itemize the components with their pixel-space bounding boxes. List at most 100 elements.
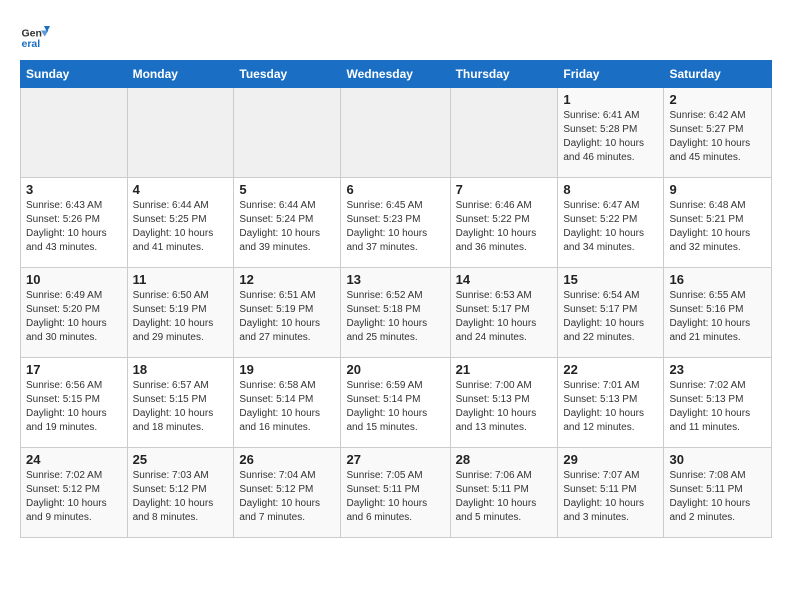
day-number: 10 [26,272,122,287]
calendar-cell: 24Sunrise: 7:02 AMSunset: 5:12 PMDayligh… [21,448,128,538]
day-number: 28 [456,452,553,467]
calendar-cell: 29 Sunrise: 7:07 AMSunset: 5:11 PMDayligh… [558,448,664,538]
calendar-cell: 19 Sunrise: 6:58 AMSunset: 5:14 PMDayligh… [234,358,341,448]
calendar-cell: 15 Sunrise: 6:54 AMSunset: 5:17 PMDayligh… [558,268,664,358]
calendar-cell: 30 Sunrise: 7:08 AMSunset: 5:11 PMDayligh… [664,448,772,538]
day-number: 15 [563,272,658,287]
calendar-cell: 11 Sunrise: 6:50 AMSunset: 5:19 PMDayligh… [127,268,234,358]
day-number: 2 [669,92,766,107]
day-info: Sunrise: 7:01 AMSunset: 5:13 PMDaylight:… [563,379,658,435]
calendar-cell: 26 Sunrise: 7:04 AMSunset: 5:12 PMDayligh… [234,448,341,538]
day-number: 27 [346,452,444,467]
day-info: Sunrise: 7:07 AMSunset: 5:11 PMDaylight:… [563,469,658,525]
calendar-header: SundayMondayTuesdayWednesdayThursdayFrid… [21,61,772,88]
day-info: Sunrise: 6:52 AMSunset: 5:18 PMDaylight:… [346,289,444,345]
day-info: Sunrise: 6:57 AMSunset: 5:15 PMDaylight:… [133,379,229,435]
day-number: 1 [563,92,658,107]
calendar-cell [450,88,558,178]
day-info: Sunrise: 7:06 AMSunset: 5:11 PMDaylight:… [456,469,553,525]
day-info: Sunrise: 6:56 AMSunset: 5:15 PMDaylight:… [26,379,122,435]
weekday-header-sunday: Sunday [21,61,128,88]
weekday-header-row: SundayMondayTuesdayWednesdayThursdayFrid… [21,61,772,88]
day-info: Sunrise: 6:44 AMSunset: 5:24 PMDaylight:… [239,199,335,255]
day-info: Sunrise: 6:45 AMSunset: 5:23 PMDaylight:… [346,199,444,255]
day-info: Sunrise: 6:44 AMSunset: 5:25 PMDaylight:… [133,199,229,255]
calendar-cell: 5Sunrise: 6:44 AMSunset: 5:24 PMDaylight… [234,178,341,268]
weekday-header-friday: Friday [558,61,664,88]
day-number: 22 [563,362,658,377]
calendar-week-3: 10 Sunrise: 6:49 AMSunset: 5:20 PMDayligh… [21,268,772,358]
calendar-cell: 8 Sunrise: 6:47 AMSunset: 5:22 PMDaylight… [558,178,664,268]
day-number: 24 [26,452,122,467]
logo: Gen eral [20,20,54,50]
calendar-cell: 20Sunrise: 6:59 AMSunset: 5:14 PMDayligh… [341,358,450,448]
day-number: 7 [456,182,553,197]
weekday-header-wednesday: Wednesday [341,61,450,88]
calendar-week-4: 17 Sunrise: 6:56 AMSunset: 5:15 PMDayligh… [21,358,772,448]
calendar-cell: 9Sunrise: 6:48 AMSunset: 5:21 PMDaylight… [664,178,772,268]
day-number: 3 [26,182,122,197]
weekday-header-monday: Monday [127,61,234,88]
day-info: Sunrise: 6:41 AMSunset: 5:28 PMDaylight:… [563,109,658,165]
day-number: 6 [346,182,444,197]
weekday-header-thursday: Thursday [450,61,558,88]
day-info: Sunrise: 6:46 AMSunset: 5:22 PMDaylight:… [456,199,553,255]
day-info: Sunrise: 6:43 AMSunset: 5:26 PMDaylight:… [26,199,122,255]
day-info: Sunrise: 7:05 AMSunset: 5:11 PMDaylight:… [346,469,444,525]
calendar-cell [127,88,234,178]
calendar-cell: 1 Sunrise: 6:41 AMSunset: 5:28 PMDaylight… [558,88,664,178]
day-number: 23 [669,362,766,377]
day-number: 8 [563,182,658,197]
day-number: 4 [133,182,229,197]
calendar-cell: 28 Sunrise: 7:06 AMSunset: 5:11 PMDayligh… [450,448,558,538]
day-number: 21 [456,362,553,377]
day-number: 17 [26,362,122,377]
day-number: 30 [669,452,766,467]
day-number: 14 [456,272,553,287]
day-info: Sunrise: 6:47 AMSunset: 5:22 PMDaylight:… [563,199,658,255]
calendar-cell: 10 Sunrise: 6:49 AMSunset: 5:20 PMDayligh… [21,268,128,358]
calendar-cell [341,88,450,178]
calendar-table: SundayMondayTuesdayWednesdayThursdayFrid… [20,60,772,538]
day-number: 19 [239,362,335,377]
day-info: Sunrise: 6:42 AMSunset: 5:27 PMDaylight:… [669,109,766,165]
day-info: Sunrise: 7:00 AMSunset: 5:13 PMDaylight:… [456,379,553,435]
day-number: 26 [239,452,335,467]
weekday-header-saturday: Saturday [664,61,772,88]
calendar-cell: 6 Sunrise: 6:45 AMSunset: 5:23 PMDaylight… [341,178,450,268]
calendar-cell: 18 Sunrise: 6:57 AMSunset: 5:15 PMDayligh… [127,358,234,448]
day-number: 18 [133,362,229,377]
day-info: Sunrise: 6:49 AMSunset: 5:20 PMDaylight:… [26,289,122,345]
day-info: Sunrise: 7:03 AMSunset: 5:12 PMDaylight:… [133,469,229,525]
day-info: Sunrise: 6:53 AMSunset: 5:17 PMDaylight:… [456,289,553,345]
calendar-cell [234,88,341,178]
calendar-cell: 25Sunrise: 7:03 AMSunset: 5:12 PMDayligh… [127,448,234,538]
calendar-cell: 4 Sunrise: 6:44 AMSunset: 5:25 PMDaylight… [127,178,234,268]
calendar-cell: 23 Sunrise: 7:02 AMSunset: 5:13 PMDayligh… [664,358,772,448]
calendar-body: 1 Sunrise: 6:41 AMSunset: 5:28 PMDaylight… [21,88,772,538]
calendar-week-2: 3 Sunrise: 6:43 AMSunset: 5:26 PMDaylight… [21,178,772,268]
header: Gen eral [20,20,772,50]
calendar-cell: 17 Sunrise: 6:56 AMSunset: 5:15 PMDayligh… [21,358,128,448]
day-info: Sunrise: 7:08 AMSunset: 5:11 PMDaylight:… [669,469,766,525]
day-info: Sunrise: 6:50 AMSunset: 5:19 PMDaylight:… [133,289,229,345]
calendar-cell: 3 Sunrise: 6:43 AMSunset: 5:26 PMDaylight… [21,178,128,268]
calendar-cell: 22 Sunrise: 7:01 AMSunset: 5:13 PMDayligh… [558,358,664,448]
day-number: 29 [563,452,658,467]
day-number: 20 [346,362,444,377]
day-number: 12 [239,272,335,287]
calendar-cell: 21 Sunrise: 7:00 AMSunset: 5:13 PMDayligh… [450,358,558,448]
calendar-cell: 16Sunrise: 6:55 AMSunset: 5:16 PMDayligh… [664,268,772,358]
calendar-cell: 12 Sunrise: 6:51 AMSunset: 5:19 PMDayligh… [234,268,341,358]
day-info: Sunrise: 6:51 AMSunset: 5:19 PMDaylight:… [239,289,335,345]
calendar-week-5: 24Sunrise: 7:02 AMSunset: 5:12 PMDayligh… [21,448,772,538]
day-number: 11 [133,272,229,287]
day-info: Sunrise: 6:55 AMSunset: 5:16 PMDaylight:… [669,289,766,345]
calendar-cell: 7 Sunrise: 6:46 AMSunset: 5:22 PMDaylight… [450,178,558,268]
day-info: Sunrise: 6:54 AMSunset: 5:17 PMDaylight:… [563,289,658,345]
calendar-cell [21,88,128,178]
calendar-cell: 13Sunrise: 6:52 AMSunset: 5:18 PMDayligh… [341,268,450,358]
day-info: Sunrise: 7:02 AMSunset: 5:13 PMDaylight:… [669,379,766,435]
day-info: Sunrise: 6:58 AMSunset: 5:14 PMDaylight:… [239,379,335,435]
day-info: Sunrise: 7:04 AMSunset: 5:12 PMDaylight:… [239,469,335,525]
